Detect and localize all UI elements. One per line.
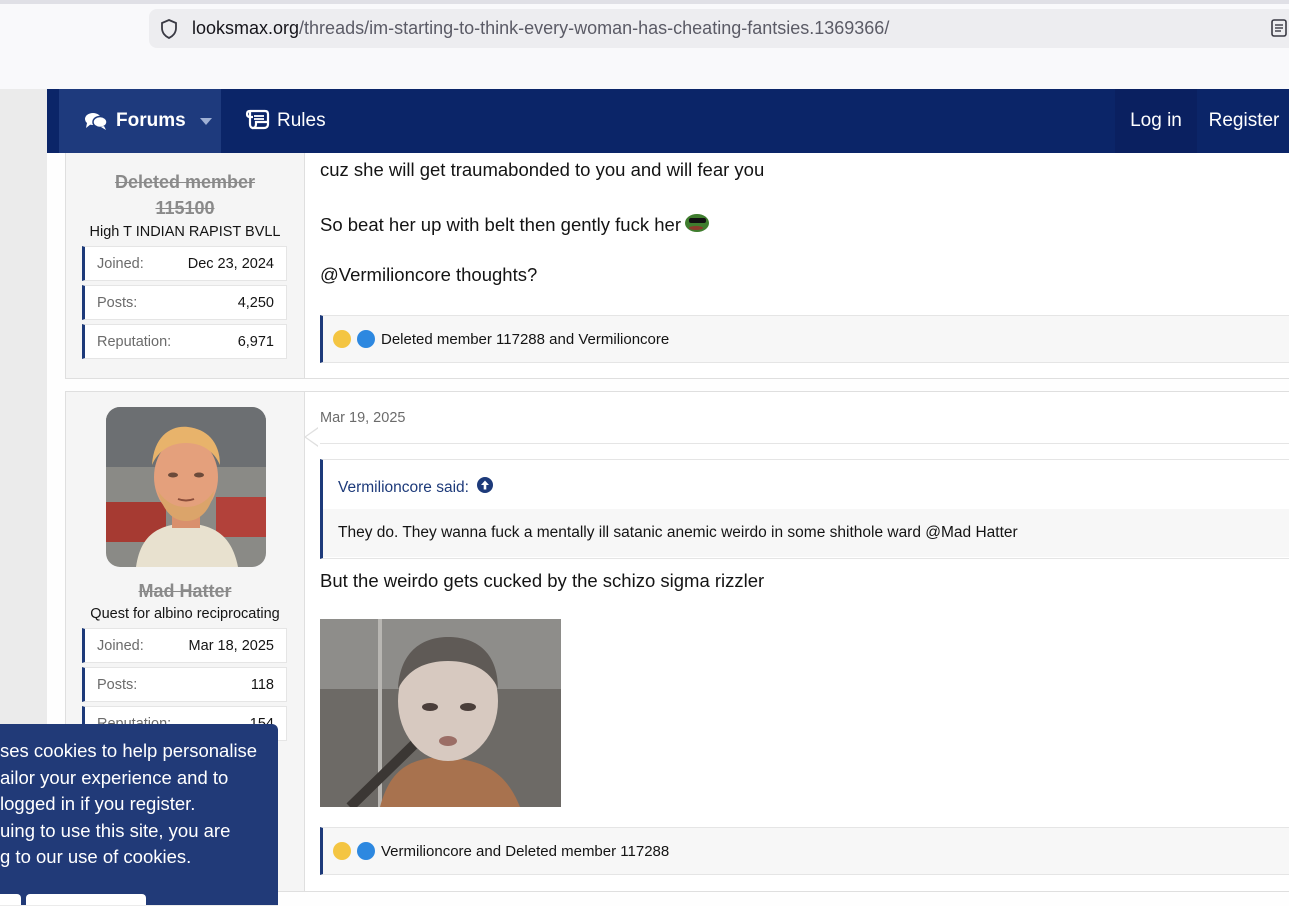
stat-label: Posts: — [97, 294, 138, 311]
divider — [320, 443, 1289, 444]
stat-value: 118 — [250, 676, 274, 693]
post-pointer-inner — [306, 428, 319, 446]
cookie-accept-button[interactable] — [26, 894, 146, 905]
cookie-line: uing to use this site, you are — [0, 819, 231, 841]
cookie-line: logged in if you register. — [0, 793, 196, 814]
post-line: So beat her up with belt then gently fuc… — [320, 211, 711, 238]
next-post-edge — [278, 891, 1289, 906]
reactions-users[interactable]: Vermilioncore and Deleted member 117288 — [381, 843, 669, 860]
cookie-line: ses cookies to help personalise — [0, 740, 258, 761]
comments-icon — [84, 111, 108, 131]
nav-forums-tab[interactable]: Forums — [59, 89, 221, 153]
reactions-users[interactable]: Deleted member 117288 and Vermilioncore — [381, 331, 669, 348]
stat-posts: Posts: 118 — [82, 667, 287, 702]
user-title: High T INDIAN RAPIST BVLL — [89, 224, 281, 240]
cookie-learn-more-button[interactable] — [0, 894, 21, 905]
laughing-emoji-icon — [333, 842, 351, 860]
post-text: But the weirdo gets cucked by the schizo… — [320, 570, 765, 591]
stat-label: Reputation: — [97, 333, 172, 350]
chevron-down-icon[interactable] — [199, 117, 212, 125]
scroll-icon — [245, 108, 271, 135]
site-navbar: Forums Rules Log in Register — [47, 89, 1289, 153]
quote-text: They do. They wanna fuck a mentally ill … — [338, 524, 1018, 541]
shield-icon[interactable] — [159, 18, 179, 39]
cookie-line: ailor your experience and to — [0, 766, 229, 788]
login-button[interactable]: Log in — [1115, 89, 1197, 153]
stat-value: Dec 23, 2024 — [187, 255, 274, 272]
browser-chrome: looksmax.org/threads/im-starting-to-thin… — [0, 0, 1289, 89]
arrow-up-circle-icon[interactable] — [476, 477, 493, 498]
url-text[interactable]: looksmax.org/threads/im-starting-to-thin… — [192, 18, 889, 39]
laughing-emoji-icon — [333, 330, 351, 348]
quote-block: Vermilioncore said: They do. They wanna … — [320, 459, 1289, 559]
mention-line[interactable]: @Vermilioncore thoughts? — [320, 264, 537, 286]
stat-value: 6,971 — [237, 333, 274, 350]
post-date[interactable]: Mar 19, 2025 — [320, 410, 405, 426]
url-domain: looksmax.org — [192, 18, 300, 38]
nav-forums-label: Forums — [116, 110, 186, 131]
stat-reputation: Reputation: 6,971 — [82, 324, 287, 359]
username-line-2: 115100 — [155, 198, 215, 218]
register-button[interactable]: Register — [1199, 89, 1289, 153]
stat-value: Mar 18, 2025 — [188, 637, 274, 654]
reader-view-icon[interactable] — [1270, 18, 1288, 38]
quote-header[interactable]: Vermilioncore said: — [338, 477, 493, 498]
post-line: cuz she will get traumabonded to you and… — [320, 159, 765, 180]
stat-posts: Posts: 4,250 — [82, 285, 287, 320]
stat-label: Joined: — [97, 637, 144, 654]
cookie-text: ses cookies to help personalise ailor yo… — [0, 738, 278, 871]
stat-joined: Joined: Mar 18, 2025 — [82, 628, 287, 663]
stat-joined: Joined: Dec 23, 2024 — [82, 246, 287, 281]
thumbs-up-icon — [357, 330, 375, 348]
cookie-line: g to our use of cookies. — [0, 846, 192, 867]
avatar[interactable] — [106, 407, 266, 567]
address-bar[interactable]: looksmax.org/threads/im-starting-to-thin… — [149, 9, 1289, 48]
nav-rules-label: Rules — [277, 110, 326, 131]
tab-strip — [0, 0, 1289, 4]
post-user-sidebar: Deleted member 115100 High T INDIAN RAPI… — [66, 153, 305, 378]
stat-label: Joined: — [97, 255, 144, 272]
stat-value: 4,250 — [237, 294, 274, 311]
quote-author[interactable]: Vermilioncore said: — [338, 479, 469, 497]
reactions-bar[interactable]: Vermilioncore and Deleted member 117288 — [320, 827, 1289, 875]
username[interactable]: Mad Hatter — [66, 578, 304, 604]
username[interactable]: Deleted member 115100 — [66, 169, 304, 221]
thumbs-up-icon — [357, 842, 375, 860]
quote-body: They do. They wanna fuck a mentally ill … — [323, 509, 1289, 557]
post-image[interactable] — [320, 619, 561, 811]
post-line-text: So beat her up with belt then gently fuc… — [320, 213, 681, 235]
stat-label: Posts: — [97, 676, 138, 693]
nav-rules-tab[interactable]: Rules — [245, 89, 326, 153]
post-deleted-member-115100: Deleted member 115100 High T INDIAN RAPI… — [65, 153, 1289, 379]
pepe-emoji-icon — [684, 211, 711, 238]
cookie-notice: ses cookies to help personalise ailor yo… — [0, 724, 278, 905]
username-line-1: Deleted member — [114, 172, 256, 192]
reactions-bar[interactable]: Deleted member 117288 and Vermilioncore — [320, 315, 1289, 363]
url-path: /threads/im-starting-to-think-every-woma… — [299, 18, 890, 38]
user-title: Quest for albino reciprocating — [90, 606, 280, 622]
